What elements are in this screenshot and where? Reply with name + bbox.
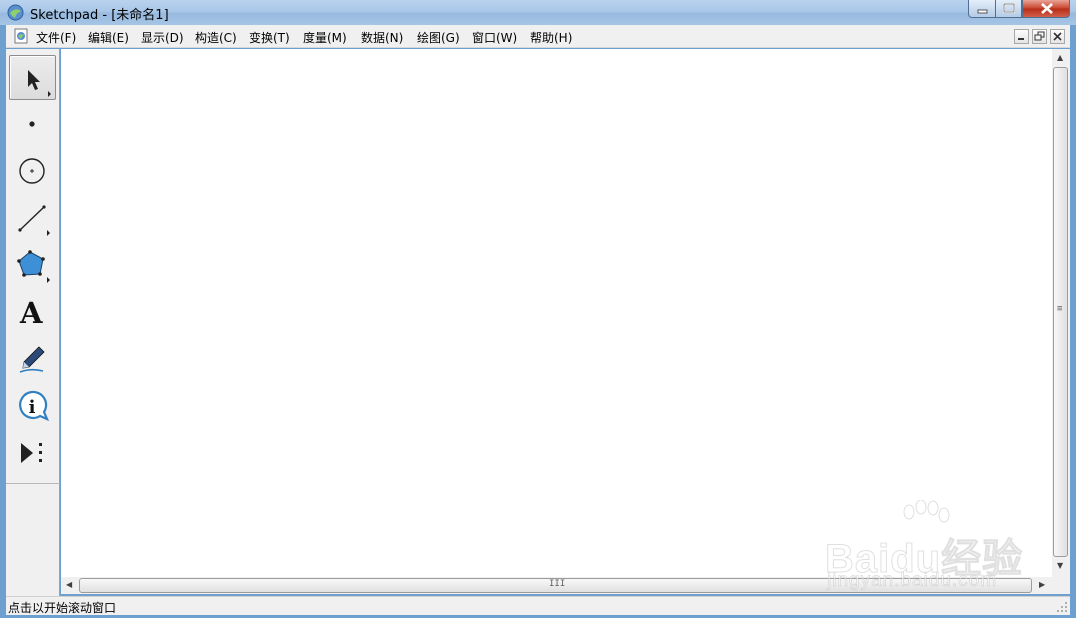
- menu-construct[interactable]: 构造(C): [195, 29, 237, 46]
- menu-transform[interactable]: 变换(T): [249, 29, 290, 46]
- scroll-left-icon[interactable]: ◀: [66, 581, 72, 589]
- menu-window[interactable]: 窗口(W): [472, 29, 517, 46]
- custom-tool[interactable]: [9, 431, 56, 476]
- marker-pen-icon: [19, 346, 45, 373]
- vertical-scrollbar[interactable]: ▲ ≡ ▼: [1052, 49, 1070, 577]
- menu-number[interactable]: 数据(N): [361, 29, 403, 46]
- straightedge-tool[interactable]: [9, 196, 56, 241]
- maximize-button[interactable]: [996, 0, 1022, 18]
- doc-minimize-button[interactable]: [1014, 29, 1029, 44]
- compass-circle-icon: [19, 158, 45, 184]
- close-icon: [1041, 3, 1053, 14]
- restore-icon: [1003, 3, 1015, 13]
- grip-icon: III: [549, 579, 566, 589]
- baidu-watermark: Baidu经验 jingyan.baidu.com: [824, 500, 1025, 595]
- custom-tool-icon: [21, 443, 42, 463]
- segment-icon: [18, 205, 50, 236]
- information-tool[interactable]: i: [9, 384, 56, 429]
- svg-text:i: i: [29, 397, 36, 418]
- text-a-icon: A: [20, 296, 43, 330]
- text-tool[interactable]: A: [9, 290, 56, 335]
- scroll-up-icon[interactable]: ▲: [1057, 54, 1063, 62]
- polygon-icon: [17, 250, 50, 283]
- doc-restore-button[interactable]: [1032, 29, 1047, 44]
- scrollbar-corner: [1052, 577, 1070, 594]
- status-bar: 点击以开始滚动窗口: [6, 596, 1070, 615]
- point-icon: [29, 121, 35, 127]
- minimize-button[interactable]: [968, 0, 996, 18]
- grip-icon: ≡: [1057, 304, 1063, 314]
- arrow-tool[interactable]: [9, 55, 56, 100]
- toolbox-divider: [6, 483, 60, 484]
- compass-tool[interactable]: [9, 149, 56, 194]
- arrow-icon: [28, 70, 51, 97]
- title-bar[interactable]: Sketchpad - [未命名1]: [0, 0, 1076, 25]
- menu-edit[interactable]: 编辑(E): [88, 29, 129, 46]
- doc-close-button[interactable]: [1050, 29, 1065, 44]
- minimize-icon: [977, 9, 988, 14]
- menu-help[interactable]: 帮助(H): [530, 29, 572, 46]
- sketchpad-app-icon[interactable]: [7, 4, 24, 21]
- menu-measure[interactable]: 度量(M): [303, 29, 347, 46]
- menu-graph[interactable]: 绘图(G): [417, 29, 460, 46]
- polygon-tool[interactable]: [9, 243, 56, 288]
- toolbox: A i: [6, 49, 60, 596]
- close-icon: [1053, 32, 1062, 41]
- window-title: Sketchpad - [未命名1]: [30, 8, 169, 23]
- scroll-down-icon[interactable]: ▼: [1057, 562, 1063, 570]
- point-tool[interactable]: [9, 102, 56, 147]
- menu-bar: 文件(F) 编辑(E) 显示(D) 构造(C) 变换(T) 度量(M) 数据(N…: [6, 25, 1070, 48]
- resize-grip-icon[interactable]: [1056, 601, 1068, 613]
- info-icon: i: [19, 390, 50, 422]
- document-icon[interactable]: [14, 28, 29, 44]
- menu-file[interactable]: 文件(F): [36, 29, 76, 46]
- scroll-right-icon[interactable]: ▶: [1039, 581, 1045, 589]
- minimize-icon: [1018, 38, 1024, 40]
- watermark-url: jingyan.baidu.com: [827, 570, 998, 592]
- vertical-scroll-thumb[interactable]: ≡: [1053, 67, 1068, 557]
- marker-tool[interactable]: [9, 337, 56, 382]
- close-button[interactable]: [1022, 0, 1070, 18]
- sketch-canvas[interactable]: [61, 49, 1052, 577]
- status-text: 点击以开始滚动窗口: [8, 601, 117, 615]
- menu-display[interactable]: 显示(D): [141, 29, 184, 46]
- restore-icon: [1034, 31, 1045, 41]
